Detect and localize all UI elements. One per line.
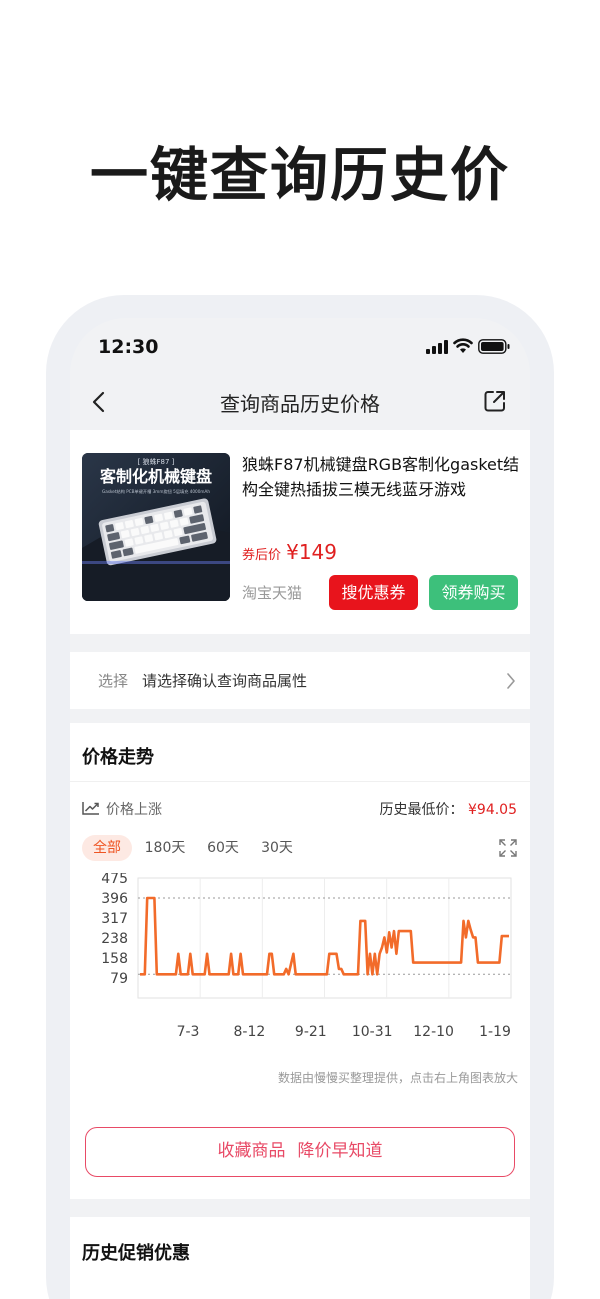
nav-bar: 查询商品历史价格 xyxy=(70,376,530,428)
price-value: ¥149 xyxy=(286,540,338,564)
range-tab-180d[interactable]: 180天 xyxy=(140,835,190,861)
price-label: 券后价 xyxy=(242,548,282,563)
y-tick-label: 238 xyxy=(101,931,128,947)
history-promo-card: 历史促销优惠 xyxy=(70,1217,530,1299)
page-title: 查询商品历史价格 xyxy=(220,392,380,416)
price-trend-chart[interactable]: 475 396 317 238 158 79 7-3 8-12 9-21 10-31 12-10 1-… xyxy=(70,873,530,1063)
share-icon[interactable] xyxy=(482,388,508,414)
x-tick-label: 8-12 xyxy=(234,1024,266,1040)
price-trend-card: 价格走势 价格上涨 历史最低价： ¥94.05 全部 180天 60天 30天 … xyxy=(70,723,530,1199)
chevron-right-icon xyxy=(507,673,515,689)
y-tick-label: 317 xyxy=(101,911,128,927)
search-coupon-button[interactable]: 搜优惠券 xyxy=(329,575,418,610)
favorite-button[interactable]: 收藏商品 降价早知道 xyxy=(85,1127,515,1177)
image-banner-sub: Gasket结构 PCB单键开槽 3mm旋钮 5层填充 4000mAh xyxy=(102,488,210,495)
x-tick-label: 10-31 xyxy=(352,1024,393,1040)
select-text: 请选择确认查询商品属性 xyxy=(142,672,308,690)
price-alert-label: 降价早知道 xyxy=(297,1141,383,1161)
range-tab-60d[interactable]: 60天 xyxy=(200,835,246,861)
phone-screen: 12:30 查询商品历史价格 [狼蛛F87] 客制化机械键盘 Gasket结… xyxy=(70,318,530,1299)
signal-icon xyxy=(426,340,448,354)
y-tick-label: 158 xyxy=(101,951,128,967)
lowest-price-label: 历史最低价： xyxy=(379,802,464,818)
select-attribute-row[interactable]: 选择 请选择确认查询商品属性 xyxy=(70,652,530,709)
trend-label: 价格上涨 xyxy=(106,802,162,818)
divider xyxy=(70,781,530,782)
price-trend-title: 价格走势 xyxy=(82,747,154,768)
trend-up-icon xyxy=(82,802,99,815)
promo-headline: 一键查询历史价 xyxy=(89,141,510,209)
wifi-icon xyxy=(453,338,473,353)
get-coupon-buy-button[interactable]: 领券购买 xyxy=(429,575,518,610)
lowest-price-value: ¥94.05 xyxy=(468,802,517,818)
image-banner-brand: [ 狼蛛F87 ] xyxy=(138,457,175,466)
shop-name: 淘宝天猫 xyxy=(242,584,303,602)
chart-note: 数据由慢慢买整理提供，点击右上角图表放大 xyxy=(277,1071,518,1085)
y-tick-label: 475 xyxy=(101,873,128,887)
product-card[interactable]: [ 狼蛛F87 ] 客制化机械键盘 Gasket结构 PCB单键开槽 3mm旋钮… xyxy=(70,430,530,634)
favorite-label: 收藏商品 xyxy=(217,1141,286,1161)
lowest-price: 历史最低价： ¥94.05 xyxy=(380,799,517,819)
status-bar: 12:30 xyxy=(70,318,530,376)
battery-icon xyxy=(478,339,510,354)
price-row: 券后价 ¥149 xyxy=(242,540,337,564)
select-label: 选择 xyxy=(98,672,129,690)
product-title[interactable]: 狼蛛F87机械键盘RGB客制化gasket结构全键热插拔三模无线蓝牙游戏 xyxy=(242,452,522,502)
product-image[interactable]: [ 狼蛛F87 ] 客制化机械键盘 Gasket结构 PCB单键开槽 3mm旋钮… xyxy=(82,453,230,601)
x-tick-label: 9-21 xyxy=(295,1024,327,1040)
y-tick-label: 396 xyxy=(101,891,128,907)
range-tab-all[interactable]: 全部 xyxy=(82,835,132,861)
status-time: 12:30 xyxy=(98,336,159,358)
range-tab-30d[interactable]: 30天 xyxy=(254,835,300,861)
y-tick-label: 79 xyxy=(110,971,128,987)
x-tick-label: 12-10 xyxy=(413,1024,454,1040)
x-tick-label: 7-3 xyxy=(177,1024,200,1040)
x-tick-label: 1-19 xyxy=(479,1024,511,1040)
history-promo-title: 历史促销优惠 xyxy=(82,1243,190,1264)
expand-chart-icon[interactable] xyxy=(498,838,518,858)
image-banner-title: 客制化机械键盘 xyxy=(100,467,212,486)
